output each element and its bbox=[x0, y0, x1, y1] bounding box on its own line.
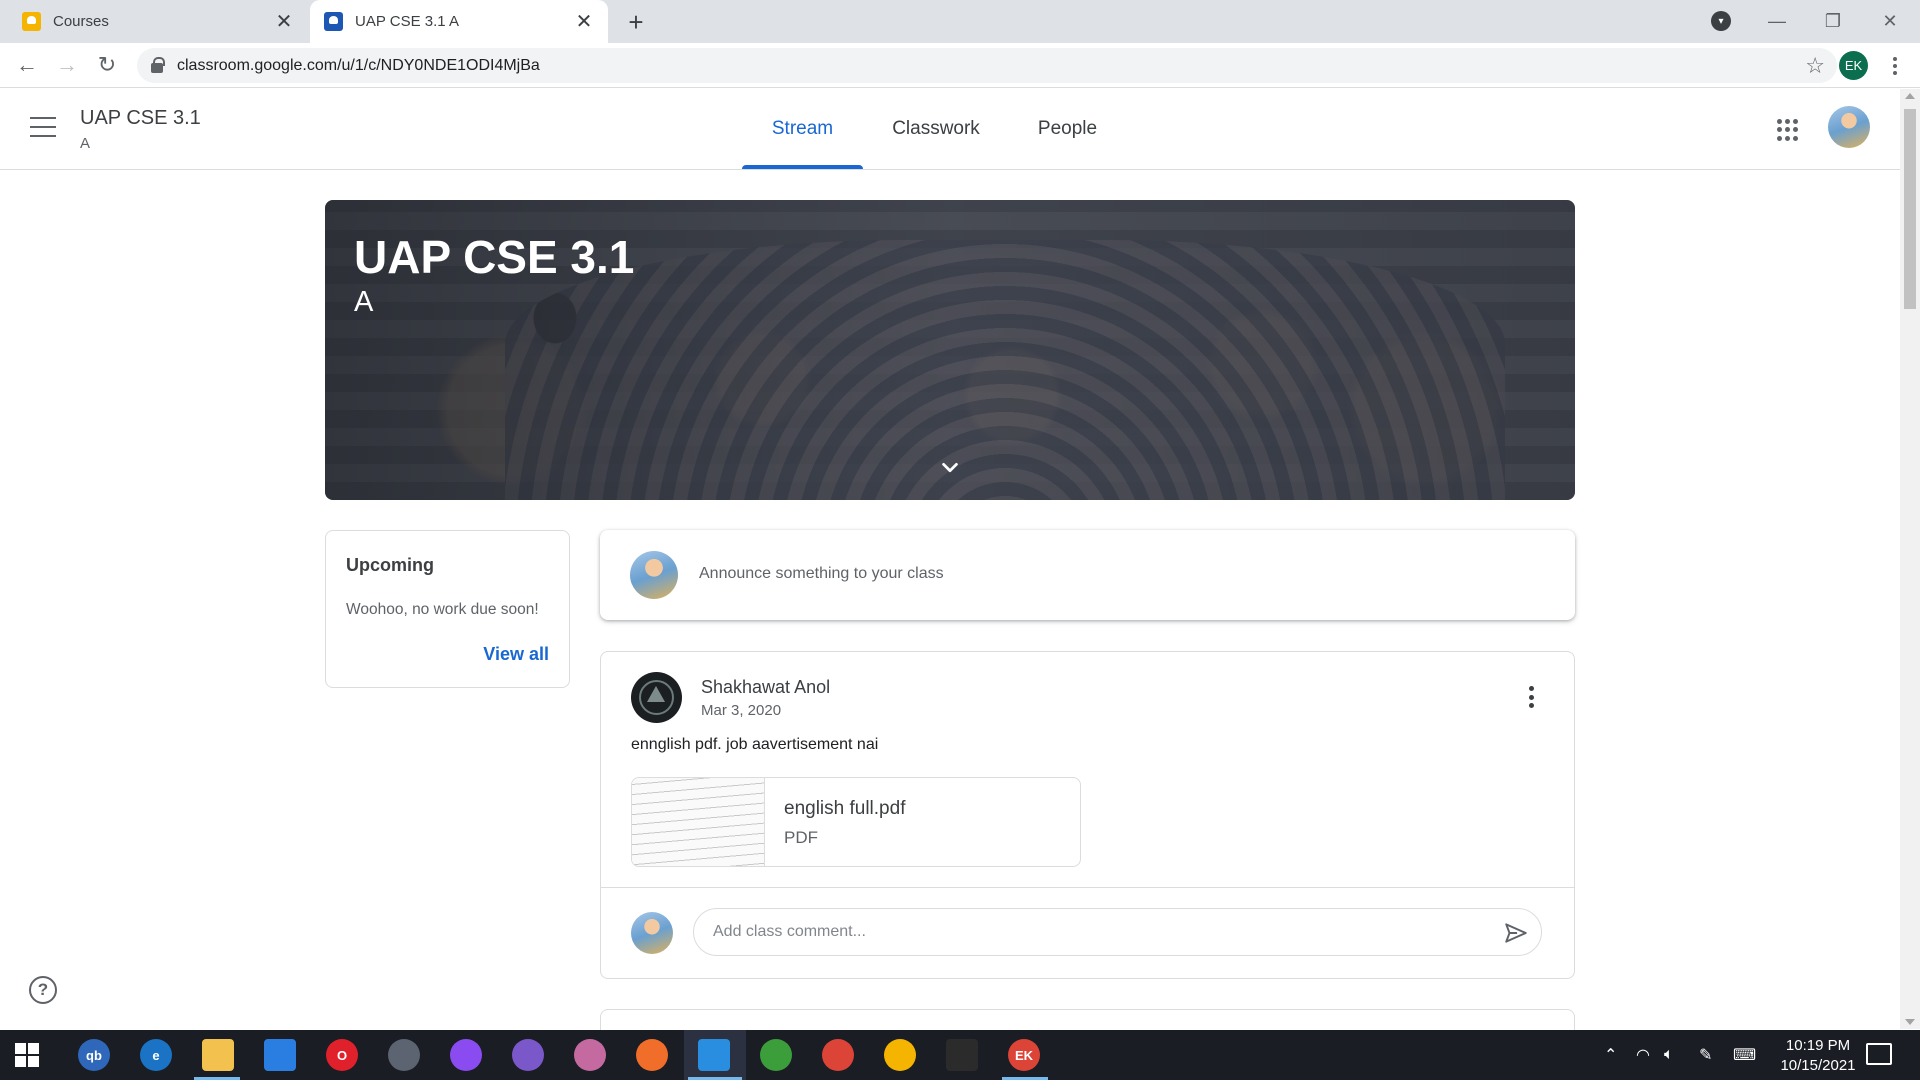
system-clock[interactable]: 10:19 PM 10/15/2021 bbox=[1771, 1036, 1865, 1076]
classroom-favicon-icon bbox=[22, 12, 41, 31]
header-class-name[interactable]: UAP CSE 3.1 bbox=[80, 107, 201, 130]
tab-title: Courses bbox=[53, 13, 109, 30]
help-icon[interactable]: ? bbox=[29, 976, 57, 1004]
keyboard-icon[interactable]: ⌨ bbox=[1733, 1030, 1756, 1080]
close-tab-icon[interactable]: ✕ bbox=[274, 11, 294, 33]
banner-class-name[interactable]: UAP CSE 3.1 bbox=[354, 230, 634, 284]
show-hidden-icons-icon[interactable]: ⌃ bbox=[1604, 1030, 1617, 1080]
notifications-icon[interactable] bbox=[1866, 1043, 1892, 1065]
restore-button[interactable]: ❐ bbox=[1805, 0, 1861, 43]
avatar bbox=[630, 551, 678, 599]
bookmark-star-icon[interactable]: ☆ bbox=[1805, 53, 1825, 79]
send-icon[interactable] bbox=[1503, 920, 1529, 946]
pen-icon[interactable]: ✎ bbox=[1699, 1030, 1712, 1080]
tab-courses[interactable]: Courses ✕ bbox=[8, 0, 308, 43]
post-date: Mar 3, 2020 bbox=[701, 702, 782, 719]
announce-placeholder: Announce something to your class bbox=[699, 565, 944, 582]
scrollbar-thumb[interactable] bbox=[1904, 109, 1916, 309]
chrome-icon[interactable] bbox=[822, 1039, 854, 1071]
messenger-icon[interactable] bbox=[450, 1039, 482, 1071]
chrome-profile-avatar[interactable]: EK bbox=[1839, 51, 1868, 80]
chrome-alt-icon[interactable] bbox=[884, 1039, 916, 1071]
lock-icon bbox=[151, 56, 165, 73]
tab-people[interactable]: People bbox=[1030, 89, 1105, 169]
comment-placeholder: Add class comment... bbox=[713, 923, 866, 940]
clock-time: 10:19 PM bbox=[1785, 1037, 1851, 1054]
upcoming-message: Woohoo, no work due soon! bbox=[346, 601, 539, 618]
chrome-menu-icon[interactable] bbox=[1885, 51, 1905, 80]
chevron-down-icon[interactable] bbox=[937, 455, 963, 481]
anaconda-icon[interactable] bbox=[760, 1039, 792, 1071]
page-scrollbar[interactable] bbox=[1900, 89, 1920, 1029]
scroll-down-arrow-icon[interactable] bbox=[1905, 1019, 1915, 1025]
post-body: ennglish pdf. job aavertisement nai bbox=[631, 736, 879, 753]
terminal-icon[interactable] bbox=[946, 1039, 978, 1071]
github-icon[interactable] bbox=[512, 1039, 544, 1071]
minimize-button[interactable]: — bbox=[1749, 0, 1805, 43]
windows-taskbar: qb e O EK ⌃ ◠ 🔈︎ ✎ ⌨ 10:19 PM 10/15/2021 bbox=[0, 1030, 1920, 1080]
pdf-attachment[interactable]: english full.pdf PDF bbox=[631, 777, 1081, 867]
file-explorer-icon[interactable] bbox=[202, 1039, 234, 1071]
url-text: classroom.google.com/u/1/c/NDY0NDE1ODI4M… bbox=[177, 56, 540, 74]
firefox-icon[interactable] bbox=[636, 1039, 668, 1071]
chrome-profile-icon[interactable]: EK bbox=[1008, 1039, 1040, 1071]
mail-icon[interactable] bbox=[264, 1039, 296, 1071]
new-tab-button[interactable]: + bbox=[622, 7, 650, 37]
scroll-up-arrow-icon[interactable] bbox=[1905, 93, 1915, 99]
address-bar[interactable]: classroom.google.com/u/1/c/NDY0NDE1ODI4M… bbox=[137, 48, 1837, 83]
browser-tab-strip: Courses ✕ UAP CSE 3.1 A ✕ + ▾ — ❐ ✕ bbox=[0, 0, 1920, 43]
tab-title: UAP CSE 3.1 A bbox=[355, 13, 459, 30]
attachment-thumbnail bbox=[632, 778, 765, 866]
classroom-favicon-icon bbox=[324, 12, 343, 31]
tab-search-icon[interactable]: ▾ bbox=[1711, 11, 1731, 31]
volume-icon[interactable]: 🔈︎ bbox=[1664, 1030, 1674, 1080]
class-banner: UAP CSE 3.1 A bbox=[325, 200, 1575, 500]
attachment-type: PDF bbox=[784, 828, 818, 847]
wifi-icon[interactable]: ◠ bbox=[1636, 1030, 1650, 1080]
window-close-button[interactable]: ✕ bbox=[1862, 0, 1918, 43]
forward-arrow-icon[interactable]: → bbox=[52, 50, 82, 80]
upcoming-title: Upcoming bbox=[346, 555, 434, 575]
vscode-icon[interactable] bbox=[698, 1039, 730, 1071]
stream-post: Shakhawat Anol Mar 3, 2020 ennglish pdf.… bbox=[600, 651, 1575, 979]
close-tab-icon[interactable]: ✕ bbox=[574, 11, 594, 33]
tab-uap-cse[interactable]: UAP CSE 3.1 A ✕ bbox=[310, 0, 608, 43]
announce-box[interactable]: Announce something to your class bbox=[600, 530, 1575, 620]
header-class-section: A bbox=[80, 135, 91, 152]
opera-icon[interactable]: O bbox=[326, 1039, 358, 1071]
author-avatar bbox=[631, 672, 682, 723]
classroom-header: UAP CSE 3.1 A Stream Classwork People bbox=[0, 89, 1900, 170]
network-app-icon[interactable] bbox=[574, 1039, 606, 1071]
banner-class-section: A bbox=[354, 286, 374, 318]
avatar bbox=[631, 912, 673, 954]
qbittorrent-icon[interactable]: qb bbox=[78, 1039, 110, 1071]
more-vert-icon[interactable] bbox=[1528, 686, 1534, 708]
account-avatar[interactable] bbox=[1828, 106, 1870, 148]
class-comment-input[interactable]: Add class comment... bbox=[693, 908, 1542, 956]
windows-start-icon[interactable] bbox=[15, 1043, 39, 1067]
view-all-link[interactable]: View all bbox=[483, 644, 549, 665]
reload-icon[interactable]: ↻ bbox=[92, 50, 122, 80]
hamburger-menu-icon[interactable] bbox=[30, 117, 56, 137]
google-apps-icon[interactable] bbox=[1777, 119, 1799, 141]
back-arrow-icon[interactable]: ← bbox=[12, 50, 42, 80]
edge-icon[interactable]: e bbox=[140, 1039, 172, 1071]
browser-toolbar: ← → ↻ classroom.google.com/u/1/c/NDY0NDE… bbox=[0, 43, 1920, 88]
attachment-name: english full.pdf bbox=[784, 798, 906, 819]
post-author: Shakhawat Anol bbox=[701, 677, 831, 697]
inkscape-icon[interactable] bbox=[388, 1039, 420, 1071]
upcoming-card: Upcoming Woohoo, no work due soon! View … bbox=[325, 530, 570, 688]
tab-stream[interactable]: Stream bbox=[742, 89, 863, 169]
tab-classwork[interactable]: Classwork bbox=[880, 89, 992, 169]
clock-date: 10/15/2021 bbox=[1780, 1057, 1856, 1074]
